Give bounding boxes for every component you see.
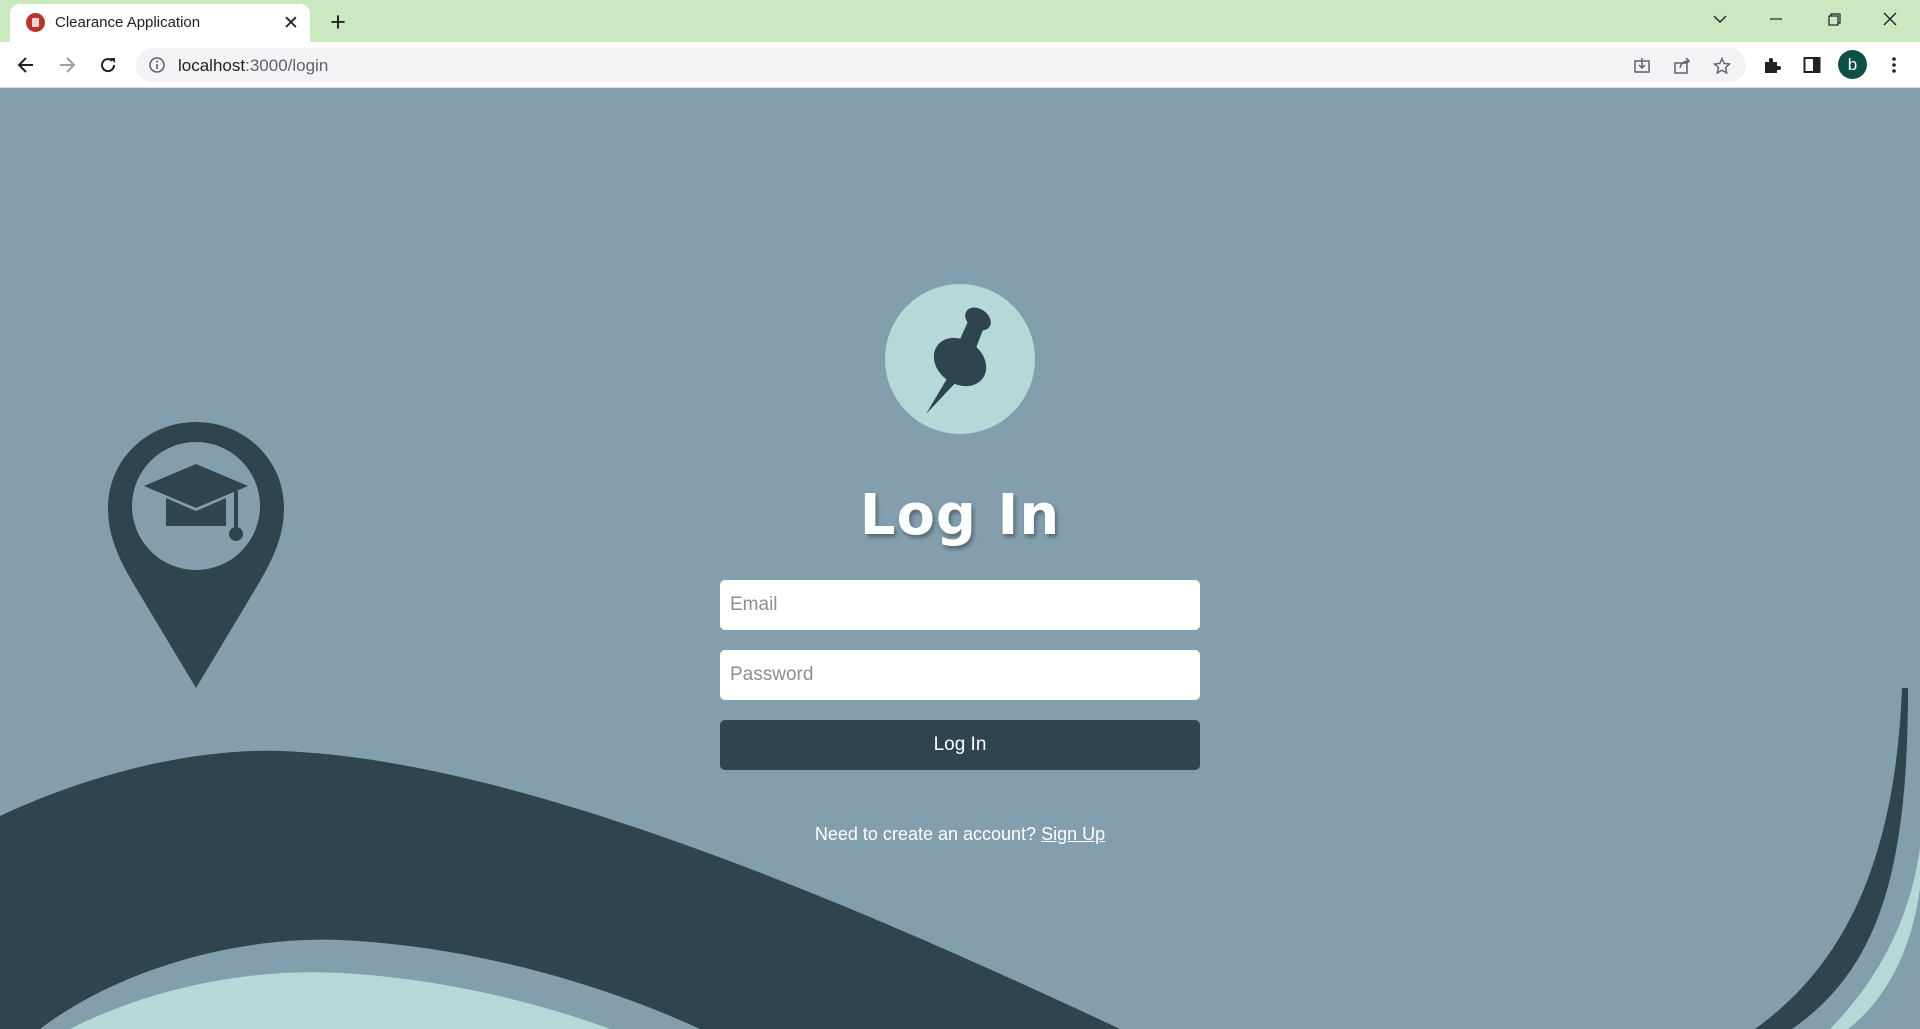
browser-tab[interactable]: Clearance Application ✕ <box>10 4 310 42</box>
browser-toolbar: localhost:3000/login b <box>0 42 1920 88</box>
kebab-menu-icon[interactable] <box>1882 53 1906 77</box>
signup-prompt: Need to create an account? <box>814 824 1037 844</box>
share-icon[interactable] <box>1670 54 1694 78</box>
login-form: Log In Log In Need to create an account?… <box>720 284 1200 845</box>
graduation-location-pin-icon <box>108 422 284 688</box>
pushpin-icon <box>885 284 1035 434</box>
address-bar[interactable]: localhost:3000/login <box>136 48 1746 82</box>
favicon-icon <box>26 13 45 32</box>
page-title: Log In <box>859 483 1061 548</box>
signup-prompt-row: Need to create an account? Sign Up <box>815 824 1105 845</box>
install-icon[interactable] <box>1630 54 1654 78</box>
login-page: Log In Log In Need to create an account?… <box>0 88 1920 1029</box>
email-field[interactable] <box>720 580 1200 630</box>
login-button[interactable]: Log In <box>720 720 1200 770</box>
plus-icon[interactable]: + <box>324 8 352 36</box>
star-icon[interactable] <box>1710 54 1734 78</box>
window-close-icon[interactable] <box>1862 0 1918 38</box>
signup-link[interactable]: Sign Up <box>1041 824 1105 844</box>
tab-title: Clearance Application <box>55 14 201 31</box>
chevron-down-icon[interactable] <box>1692 0 1748 38</box>
restore-icon[interactable] <box>1806 0 1862 38</box>
side-panel-icon[interactable] <box>1800 53 1824 77</box>
password-field[interactable] <box>720 650 1200 700</box>
minimize-icon[interactable] <box>1748 0 1804 38</box>
info-icon[interactable] <box>148 56 166 74</box>
puzzle-icon[interactable] <box>1760 53 1784 77</box>
browser-tabstrip: Clearance Application ✕ + <box>0 0 1920 42</box>
url-text[interactable]: localhost:3000/login <box>178 56 328 76</box>
arrow-right-icon[interactable] <box>51 49 83 81</box>
profile-avatar[interactable]: b <box>1838 50 1867 79</box>
close-icon[interactable]: ✕ <box>280 12 302 34</box>
url-path: :3000/login <box>245 56 329 75</box>
reload-icon[interactable] <box>92 49 124 81</box>
url-host: localhost <box>178 56 246 75</box>
arrow-left-icon[interactable] <box>10 49 42 81</box>
